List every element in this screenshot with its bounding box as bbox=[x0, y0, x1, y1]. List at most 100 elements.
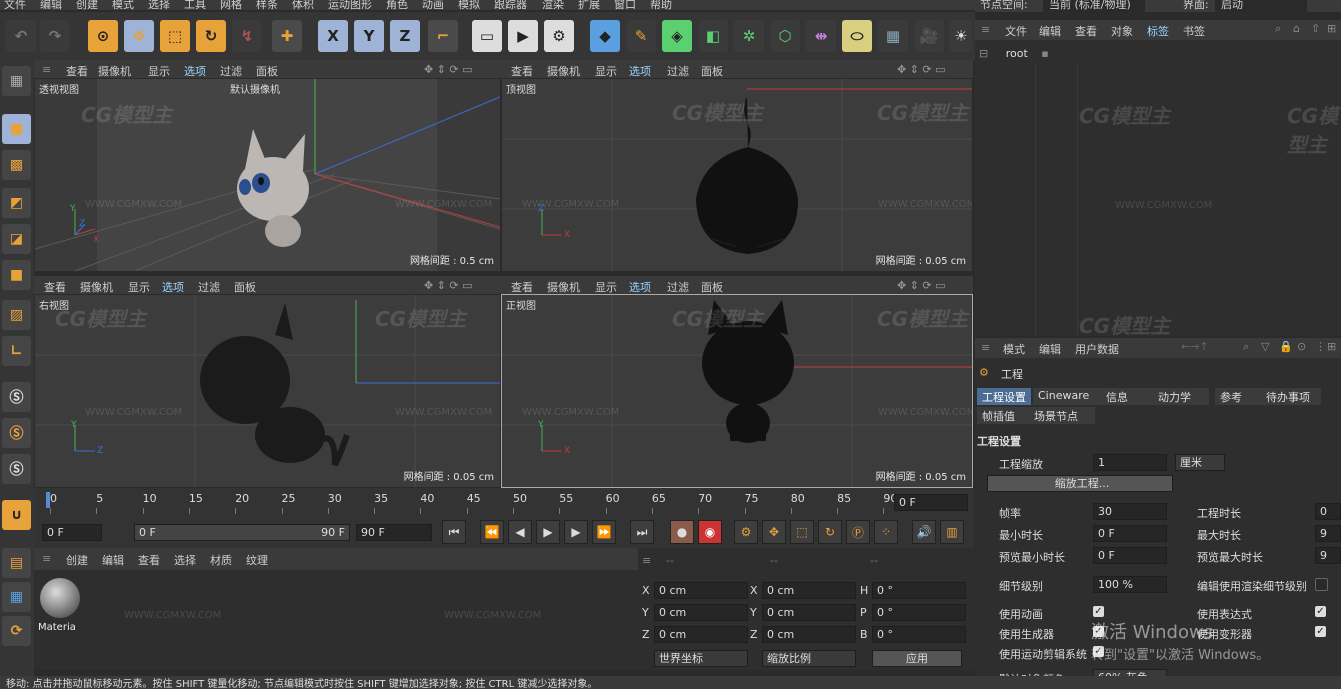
vp4-menu-view[interactable]: 查看 bbox=[511, 279, 533, 295]
vp4-menu-panel[interactable]: 面板 bbox=[701, 279, 723, 295]
snap-settings-icon[interactable]: Ⓢ bbox=[2, 418, 31, 448]
deformer-icon[interactable]: ⬭ bbox=[842, 20, 872, 52]
menu-tracker[interactable]: 跟踪器 bbox=[494, 0, 527, 10]
pin-icon[interactable]: ⊙ bbox=[1297, 340, 1306, 353]
project-scale-field[interactable]: 1 bbox=[1093, 454, 1167, 471]
use-deformer-checkbox[interactable]: ✓ bbox=[1315, 626, 1326, 637]
workplane-icon[interactable]: ▤ bbox=[2, 548, 31, 578]
world-coordinates-select[interactable]: 世界坐标 bbox=[654, 650, 748, 667]
vp3-menu-options[interactable]: 选项 bbox=[162, 279, 184, 295]
vp4-menu-camera[interactable]: 摄像机 bbox=[547, 279, 580, 295]
scale-icon[interactable]: ⬚ bbox=[160, 20, 190, 52]
menu-character[interactable]: 角色 bbox=[386, 0, 408, 10]
rotate-icon[interactable]: ↻ bbox=[196, 20, 226, 52]
vp2-menu-panel[interactable]: 面板 bbox=[701, 63, 723, 79]
key-position-icon[interactable]: ✥ bbox=[762, 520, 786, 544]
menu-mode[interactable]: 模式 bbox=[112, 0, 134, 10]
project-length-field[interactable]: 0 bbox=[1315, 503, 1341, 520]
menu-volume[interactable]: 体积 bbox=[292, 0, 314, 10]
material-swatch[interactable] bbox=[40, 578, 80, 618]
menu-help[interactable]: 帮助 bbox=[650, 0, 672, 10]
tree-expand-icon[interactable]: ⊟ bbox=[979, 47, 988, 60]
size-z-field[interactable]: 0 cm bbox=[762, 626, 856, 643]
attr-menu-user-data[interactable]: 用户数据 bbox=[1075, 341, 1119, 357]
menu-mesh[interactable]: 网格 bbox=[220, 0, 242, 10]
vp1-menu-view[interactable]: 查看 bbox=[66, 63, 88, 79]
more-icon[interactable]: ⋮ bbox=[1315, 340, 1326, 353]
apply-button[interactable]: 应用 bbox=[872, 650, 962, 667]
root-item[interactable]: ⊟ root ▪ bbox=[979, 47, 1079, 63]
render-view-icon[interactable]: ▶ bbox=[508, 20, 538, 52]
end-frame-field[interactable]: 90 F bbox=[356, 524, 432, 541]
fps-field[interactable]: 30 bbox=[1093, 503, 1167, 520]
key-pla-icon[interactable]: ⁘ bbox=[874, 520, 898, 544]
timeline-ruler[interactable]: 0 5 10 15 20 25 30 35 40 45 50 55 60 65 70 75 80 85 90 bbox=[34, 492, 897, 514]
viewport-right[interactable]: 右视图 Y Z CG模型主 CG模型主 WWW.CGMXW.COM WWW.CG… bbox=[34, 294, 501, 488]
search-icon[interactable]: ⌕ bbox=[1243, 340, 1249, 354]
lod-field[interactable]: 100 % bbox=[1093, 576, 1167, 593]
use-animation-checkbox[interactable]: ✓ bbox=[1093, 606, 1104, 617]
vp1-menu-display[interactable]: 显示 bbox=[148, 63, 170, 79]
next-key-icon[interactable]: ⏩ bbox=[592, 520, 616, 544]
vp1-menu-panel[interactable]: 面板 bbox=[256, 63, 278, 79]
preview-max-field[interactable]: 9 bbox=[1315, 547, 1341, 564]
position-z-field[interactable]: 0 cm bbox=[654, 626, 748, 643]
rotation-p-field[interactable]: 0 ° bbox=[872, 604, 966, 621]
menu-spline[interactable]: 样条 bbox=[256, 0, 278, 10]
vp3-menu-display[interactable]: 显示 bbox=[128, 279, 150, 295]
workplane-snap-icon[interactable]: Ⓢ bbox=[2, 454, 31, 484]
position-x-field[interactable]: 0 cm bbox=[654, 582, 748, 599]
search-icon[interactable]: ⌕ bbox=[1275, 22, 1281, 36]
use-expression-checkbox[interactable]: ✓ bbox=[1315, 606, 1326, 617]
vp2-menu-view[interactable]: 查看 bbox=[511, 63, 533, 79]
tab-scene-nodes[interactable]: 场景节点 bbox=[1029, 407, 1095, 424]
tab-dynamics[interactable]: 动力学 bbox=[1153, 388, 1209, 405]
mat-menu-create[interactable]: 创建 bbox=[66, 552, 88, 568]
snap-icon[interactable]: Ⓢ bbox=[2, 382, 31, 412]
vp1-menu-camera[interactable]: 摄像机 bbox=[98, 63, 131, 79]
home-icon[interactable]: ⌂ bbox=[1293, 22, 1300, 35]
keyframe-selection-icon[interactable]: ⚙ bbox=[734, 520, 758, 544]
key-param-icon[interactable]: Ⓟ bbox=[846, 520, 870, 544]
obj-menu-view[interactable]: 查看 bbox=[1075, 23, 1097, 39]
cloner-icon[interactable]: ✲ bbox=[734, 20, 764, 52]
menu-edit[interactable]: 编辑 bbox=[40, 0, 62, 10]
obj-menu-tags[interactable]: 标签 bbox=[1147, 23, 1169, 39]
vp1-menu-filter[interactable]: 过滤 bbox=[220, 63, 242, 79]
locked-workplane-icon[interactable]: ⟳ bbox=[2, 616, 31, 646]
boolean-icon[interactable]: ⬡ bbox=[770, 20, 800, 52]
viewport-perspective[interactable]: 透视视图 默认摄像机 Y X Z CG模型主 WWW.CGMXW.COM WWW… bbox=[34, 78, 501, 272]
polygon-mode-icon[interactable]: ■ bbox=[2, 260, 31, 290]
mat-menu-material[interactable]: 材质 bbox=[210, 552, 232, 568]
tab-reference[interactable]: 参考 bbox=[1215, 388, 1265, 405]
model-mode-icon[interactable]: ■ bbox=[2, 114, 31, 144]
go-to-start-icon[interactable]: ⏮ bbox=[442, 520, 466, 544]
extrude-icon[interactable]: ◧ bbox=[698, 20, 728, 52]
add-panel-icon[interactable]: ⊞ bbox=[1327, 22, 1336, 35]
filter-icon[interactable]: ▽ bbox=[1261, 340, 1269, 353]
back-icon[interactable]: ←→↑ bbox=[1181, 340, 1209, 353]
edge-mode-icon[interactable]: ◪ bbox=[2, 224, 31, 254]
position-y-field[interactable]: 0 cm bbox=[654, 604, 748, 621]
menu-select[interactable]: 选择 bbox=[148, 0, 170, 10]
render-settings-icon[interactable]: ⚙ bbox=[544, 20, 574, 52]
mat-menu-view[interactable]: 查看 bbox=[138, 552, 160, 568]
next-frame-icon[interactable]: ▶ bbox=[564, 520, 588, 544]
vp2-menu-options[interactable]: 选项 bbox=[629, 63, 651, 79]
root-edit-icon[interactable]: ▪ bbox=[1041, 47, 1048, 60]
mat-menu-texture[interactable]: 纹理 bbox=[246, 552, 268, 568]
mat-menu-select[interactable]: 选择 bbox=[174, 552, 196, 568]
subdivision-icon[interactable]: ◈ bbox=[662, 20, 692, 52]
x-axis-button[interactable]: X bbox=[318, 20, 348, 52]
preview-min-field[interactable]: 0 F bbox=[1093, 547, 1167, 564]
vp4-menu-options[interactable]: 选项 bbox=[629, 279, 651, 295]
vp1-menu-options[interactable]: 选项 bbox=[184, 63, 206, 79]
size-x-field[interactable]: 0 cm bbox=[762, 582, 856, 599]
vp3-menu-camera[interactable]: 摄像机 bbox=[80, 279, 113, 295]
vp2-menu-camera[interactable]: 摄像机 bbox=[547, 63, 580, 79]
vp3-menu-filter[interactable]: 过滤 bbox=[198, 279, 220, 295]
pen-icon[interactable]: ✎ bbox=[626, 20, 656, 52]
current-frame-field[interactable]: 0 F bbox=[894, 494, 968, 511]
light-icon[interactable]: ☀ bbox=[950, 20, 972, 52]
uv-mode-icon[interactable]: ▨ bbox=[2, 300, 31, 330]
